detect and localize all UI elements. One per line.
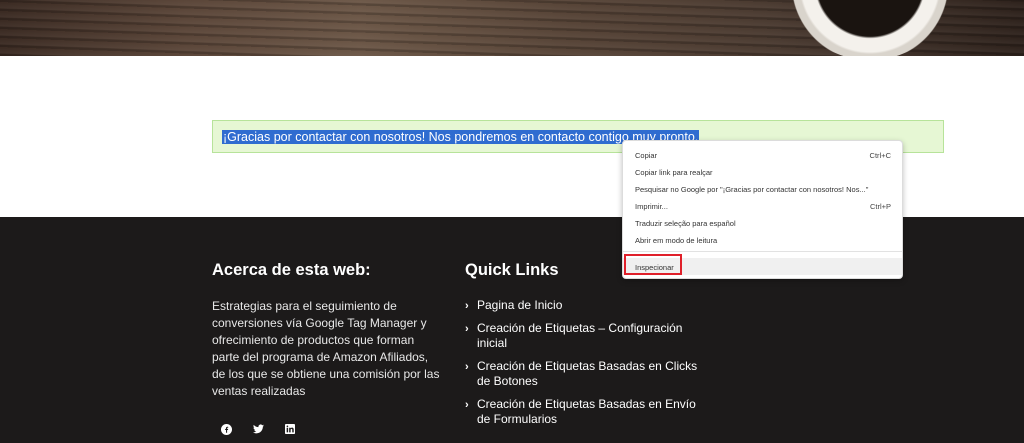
linkedin-icon[interactable] xyxy=(282,421,298,437)
about-column: Acerca de esta web: Estrategias para el … xyxy=(212,261,442,400)
inspect-highlight-box xyxy=(624,254,682,275)
menu-item-search-google[interactable]: Pesquisar no Google por "¡Gracias por co… xyxy=(623,180,902,197)
quick-link-item[interactable]: › Pagina de Inicio xyxy=(465,298,705,314)
about-title: Acerca de esta web: xyxy=(212,261,371,279)
quick-links-list: › Pagina de Inicio › Creación de Etiquetas… xyxy=(465,298,705,435)
chevron-right-icon: › xyxy=(465,360,469,373)
quick-link-item[interactable]: › Creación de Etiquetas Basadas en Clicks… xyxy=(465,359,705,390)
menu-item-print[interactable]: Imprimir... Ctrl+P xyxy=(623,197,902,214)
chevron-right-icon: › xyxy=(465,398,469,411)
hero-banner-image xyxy=(0,0,1024,56)
menu-item-reading-mode[interactable]: Abrir em modo de leitura xyxy=(623,231,902,248)
about-text: Estrategias para el seguimiento de conve… xyxy=(212,299,440,398)
facebook-icon[interactable] xyxy=(218,421,234,437)
menu-separator xyxy=(623,251,902,252)
menu-item-copy-link-highlight[interactable]: Copiar link para realçar xyxy=(623,163,902,180)
menu-item-copy[interactable]: Copiar Ctrl+C xyxy=(623,146,902,163)
twitter-icon[interactable] xyxy=(250,421,266,437)
quick-link-item[interactable]: › Creación de Etiquetas – Configuración i… xyxy=(465,321,705,352)
quick-link-item[interactable]: › Creación de Etiquetas Basadas en Envío … xyxy=(465,397,705,428)
chevron-right-icon: › xyxy=(465,322,469,335)
chevron-right-icon: › xyxy=(465,300,469,312)
menu-item-translate[interactable]: Traduzir seleção para español xyxy=(623,214,902,231)
